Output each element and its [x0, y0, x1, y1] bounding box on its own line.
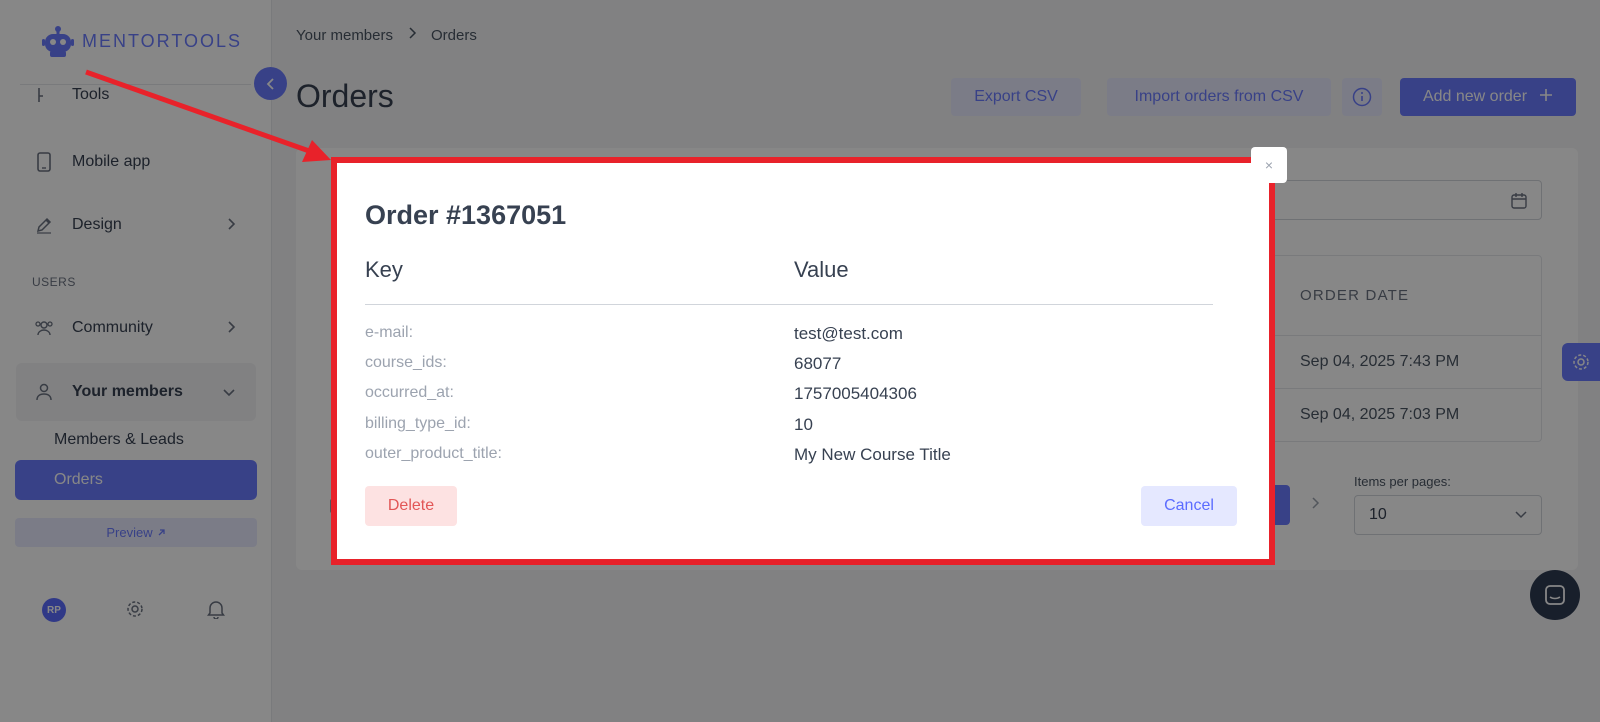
- field-row-course-ids: course_ids: 68077: [365, 354, 1213, 378]
- field-key: e-mail:: [365, 324, 414, 341]
- field-key: course_ids:: [365, 354, 447, 371]
- field-value: My New Course Title: [794, 445, 951, 464]
- field-key: occurred_at:: [365, 384, 454, 401]
- cancel-button[interactable]: Cancel: [1141, 486, 1237, 526]
- value-column-header: Value: [794, 257, 849, 282]
- field-key: outer_product_title:: [365, 445, 502, 462]
- modal-close-button[interactable]: ×: [1251, 147, 1287, 183]
- field-row-email: e-mail: test@test.com: [365, 324, 1213, 348]
- field-value: 68077: [794, 354, 842, 373]
- field-key: billing_type_id:: [365, 415, 471, 432]
- close-icon: ×: [1264, 157, 1274, 173]
- field-value: test@test.com: [794, 324, 903, 343]
- field-value: 10: [794, 415, 813, 434]
- key-column-header: Key: [365, 257, 403, 282]
- field-row-billing-type-id: billing_type_id: 10: [365, 415, 1213, 439]
- field-value: 1757005404306: [794, 384, 917, 403]
- field-row-occurred-at: occurred_at: 1757005404306: [365, 384, 1213, 408]
- modal-title: Order #1367051: [365, 200, 567, 230]
- delete-button[interactable]: Delete: [365, 486, 457, 526]
- header-divider: [365, 304, 1213, 305]
- field-row-outer-product-title: outer_product_title: My New Course Title: [365, 445, 1213, 469]
